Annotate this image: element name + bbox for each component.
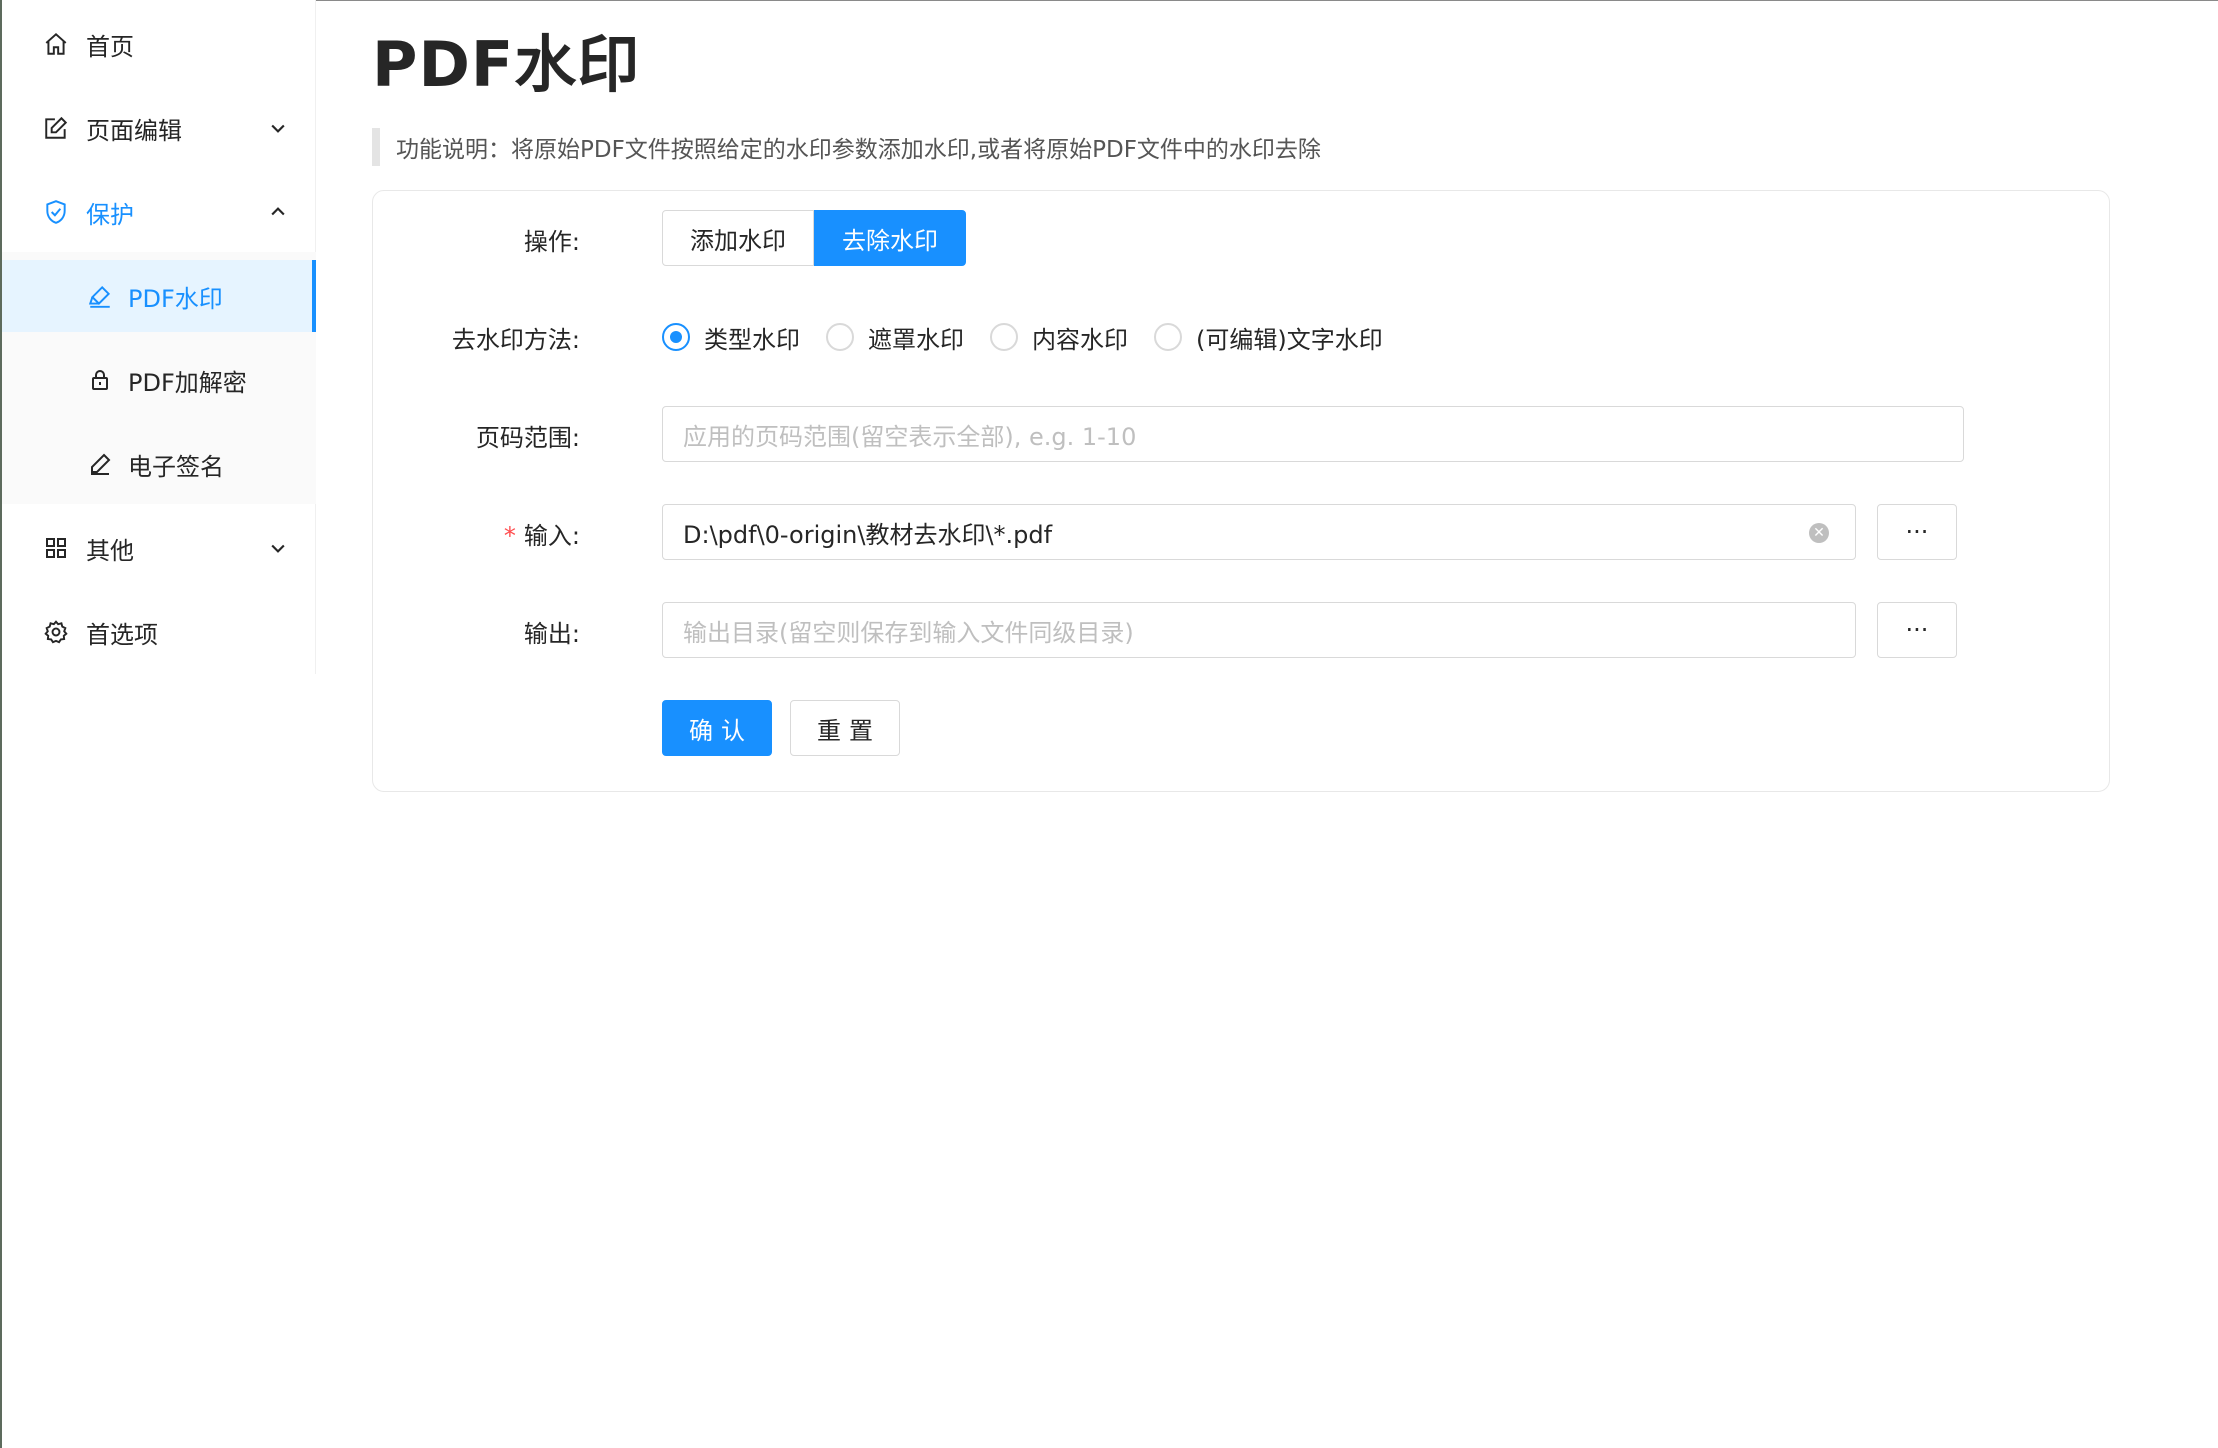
sidebar-item-page-edit[interactable]: 页面编辑 [2, 88, 316, 168]
watermark-form-card [372, 190, 2110, 792]
sidebar-item-label: 其他 [86, 536, 134, 565]
radio-editable-text-watermark[interactable]: (可编辑)文字水印 [1154, 320, 1383, 355]
page-range-label: 页码范围: [475, 424, 580, 452]
method-label: 去水印方法: [451, 326, 580, 354]
chevron-down-icon [266, 116, 290, 140]
radio-content-watermark[interactable]: 内容水印 [990, 320, 1128, 355]
input-path-field[interactable]: D:\pdf\0-origin\教材去水印\*.pdf ✕ [662, 504, 1856, 560]
chevron-down-icon [266, 536, 290, 560]
protect-submenu: PDF水印 PDF加解密 电子签名 [2, 252, 316, 504]
highlighter-icon [86, 282, 114, 310]
chevron-up-icon [266, 200, 290, 224]
feature-description: 功能说明：将原始PDF文件按照给定的水印参数添加水印,或者将原始PDF文件中的水… [372, 128, 1321, 166]
sidebar-item-label: 保护 [86, 200, 134, 229]
radio-dot [990, 323, 1018, 351]
radio-label: (可编辑)文字水印 [1196, 325, 1383, 354]
sidebar-item-label: PDF加解密 [128, 368, 247, 397]
page-range-input[interactable]: 应用的页码范围(留空表示全部), e.g. 1-10 [662, 406, 1964, 462]
output-browse-button[interactable]: ··· [1877, 602, 1957, 658]
radio-type-watermark[interactable]: 类型水印 [662, 320, 800, 355]
home-icon [42, 30, 70, 58]
sidebar-item-home[interactable]: 首页 [2, 4, 316, 84]
sidebar-item-pdf-watermark[interactable]: PDF水印 [2, 260, 316, 332]
grid-icon [42, 534, 70, 562]
sidebar: 首页 页面编辑 保护 PDF水印 PDF加解密 电子签名 其他 首选项 [2, 0, 316, 674]
radio-label: 类型水印 [704, 325, 800, 354]
confirm-button[interactable]: 确认 [662, 700, 772, 756]
sidebar-item-label: 首选项 [86, 620, 158, 649]
remove-watermark-button[interactable]: 去除水印 [814, 210, 966, 266]
page-title: PDF水印 [372, 28, 641, 101]
sidebar-item-e-signature[interactable]: 电子签名 [2, 428, 316, 500]
output-label: 输出: [523, 620, 580, 648]
radio-mask-watermark[interactable]: 遮罩水印 [826, 320, 964, 355]
add-watermark-button[interactable]: 添加水印 [662, 210, 814, 266]
input-label-text: 输入: [523, 522, 580, 550]
radio-label: 遮罩水印 [868, 325, 964, 354]
reset-button[interactable]: 重置 [790, 700, 900, 756]
lock-icon [86, 366, 114, 394]
operation-segmented: 添加水印 去除水印 [662, 210, 966, 266]
sidebar-item-label: PDF水印 [128, 284, 223, 313]
input-browse-button[interactable]: ··· [1877, 504, 1957, 560]
sidebar-item-label: 页面编辑 [86, 116, 182, 145]
output-dir-input[interactable]: 输出目录(留空则保存到输入文件同级目录) [662, 602, 1856, 658]
input-path-value: D:\pdf\0-origin\教材去水印\*.pdf [683, 520, 1053, 549]
input-label: * 输入: [330, 516, 580, 551]
radio-dot [826, 323, 854, 351]
gear-icon [42, 618, 70, 646]
pen-icon [86, 450, 114, 478]
sidebar-item-other[interactable]: 其他 [2, 508, 316, 588]
shield-icon [42, 198, 70, 226]
sidebar-item-protect[interactable]: 保护 [2, 172, 316, 252]
window-top-border [0, 0, 2218, 1]
sidebar-item-label: 电子签名 [128, 452, 224, 481]
sidebar-item-label: 首页 [86, 32, 134, 61]
operation-label: 操作: [523, 228, 580, 256]
clear-icon[interactable]: ✕ [1809, 523, 1829, 543]
sidebar-item-preferences[interactable]: 首选项 [2, 592, 316, 672]
sidebar-item-pdf-encrypt[interactable]: PDF加解密 [2, 344, 316, 416]
radio-dot [1154, 323, 1182, 351]
radio-label: 内容水印 [1032, 325, 1128, 354]
method-radio-group: 类型水印 遮罩水印 内容水印 (可编辑)文字水印 [662, 318, 1409, 356]
edit-icon [42, 114, 70, 142]
radio-dot [662, 323, 690, 351]
required-mark: * [503, 522, 516, 550]
